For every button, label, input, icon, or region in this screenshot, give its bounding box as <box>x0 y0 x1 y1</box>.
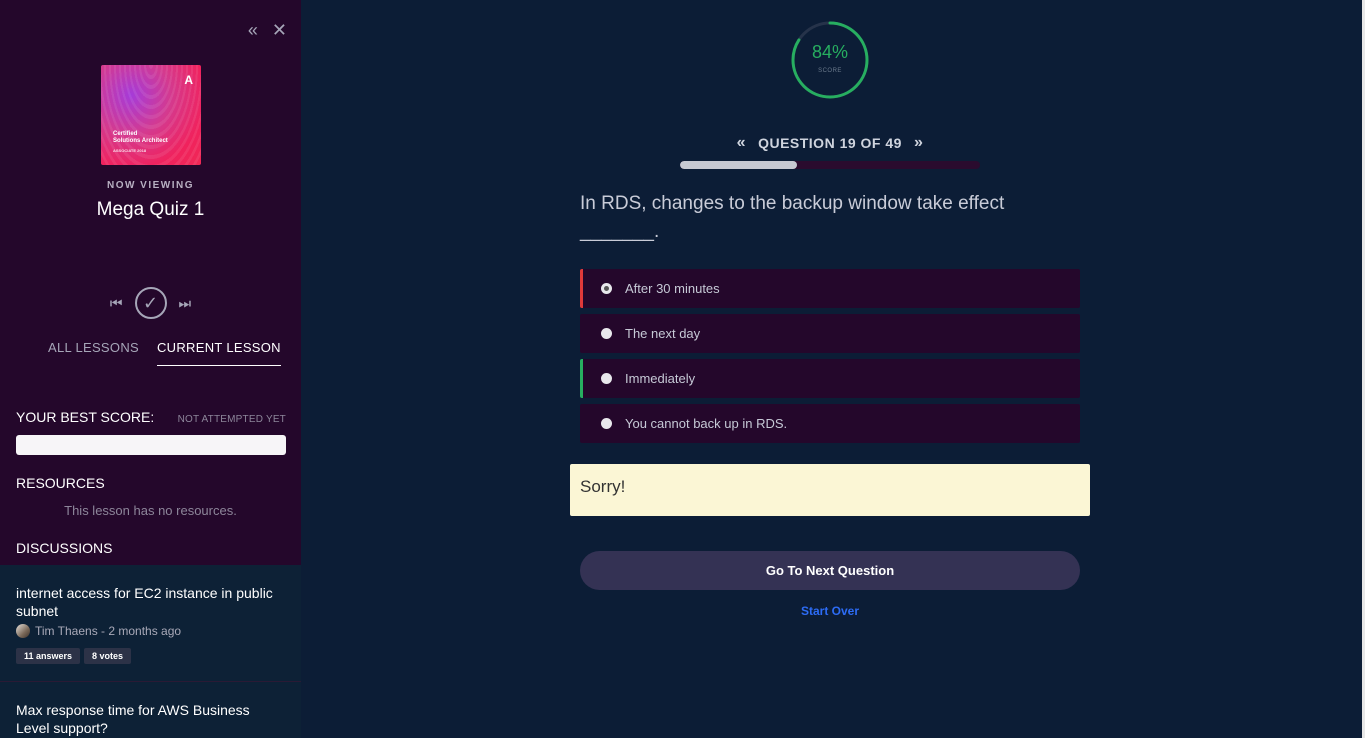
quiz-progress-bar <box>680 161 980 169</box>
lesson-title: Mega Quiz 1 <box>96 199 205 220</box>
tab-all-lessons[interactable]: ALL LESSONS <box>48 340 139 366</box>
brand-logo-icon: A <box>184 73 193 87</box>
answer-label: Immediately <box>625 371 696 386</box>
radio-selected-icon[interactable] <box>601 283 612 294</box>
radio-icon[interactable] <box>601 373 612 384</box>
radio-icon[interactable] <box>601 418 612 429</box>
cover-line-1: Certified <box>113 131 138 137</box>
question-counter: QUESTION 19 OF 49 <box>758 135 902 151</box>
answer-option[interactable]: Immediately <box>580 359 1080 398</box>
course-cover-image: A Certified Solutions Architect ASSOCIAT… <box>101 65 201 165</box>
answer-label: After 30 minutes <box>625 281 720 296</box>
answer-list: After 30 minutes The next day Immediatel… <box>580 269 1080 449</box>
next-question-icon[interactable]: » <box>914 134 923 152</box>
discussion-title[interactable]: Max response time for AWS Business Level… <box>16 701 285 737</box>
mark-complete-check-icon[interactable]: ✓ <box>134 287 167 319</box>
now-viewing-label: NOW VIEWING <box>106 180 195 191</box>
discussion-title[interactable]: internet access for EC2 instance in publ… <box>16 584 285 620</box>
best-score-status: NOT ATTEMPTED YET <box>177 414 286 425</box>
score-label: SCORE <box>818 68 842 74</box>
answer-option[interactable]: You cannot back up in RDS. <box>580 404 1080 443</box>
skip-previous-icon[interactable]: ⏮ <box>110 295 123 312</box>
answer-label: You cannot back up in RDS. <box>625 416 788 431</box>
resources-heading: RESOURCES <box>16 475 105 491</box>
discussion-list: internet access for EC2 instance in publ… <box>0 565 301 738</box>
best-score-label: YOUR BEST SCORE: <box>16 409 155 425</box>
previous-question-icon[interactable]: « <box>737 134 746 152</box>
cover-line-2: Solutions Architect <box>113 138 168 144</box>
quiz-progress-fill <box>680 161 797 169</box>
question-text: In RDS, changes to the backup window tak… <box>580 193 1005 242</box>
answer-option[interactable]: After 30 minutes <box>580 269 1080 308</box>
discussion-item[interactable]: internet access for EC2 instance in publ… <box>0 565 301 682</box>
discussion-item[interactable]: Max response time for AWS Business Level… <box>0 682 301 738</box>
collapse-sidebar-icon[interactable]: « <box>248 20 258 40</box>
skip-next-icon[interactable]: ⏭ <box>179 295 192 312</box>
discussions-heading: DISCUSSIONS <box>16 540 113 556</box>
votes-count-badge: 8 votes <box>84 648 132 664</box>
avatar <box>16 624 30 638</box>
no-resources-text: This lesson has no resources. <box>64 503 237 518</box>
question-navigator: « QUESTION 19 OF 49 » <box>680 134 980 152</box>
start-over-link[interactable]: Start Over <box>580 604 1080 618</box>
close-icon[interactable]: ✕ <box>272 20 287 40</box>
discussion-badges: 11 answers 8 votes <box>16 648 285 664</box>
lesson-tabs: ALL LESSONS CURRENT LESSON <box>48 340 281 366</box>
tab-current-lesson[interactable]: CURRENT LESSON <box>156 340 281 366</box>
discussion-meta: Tim Thaens - 2 months ago <box>16 624 285 638</box>
answer-option[interactable]: The next day <box>580 314 1080 353</box>
cover-line-3: ASSOCIATE 2018 <box>113 148 147 153</box>
sidebar: « ✕ A Certified Solutions Architect ASSO… <box>0 0 301 738</box>
quiz-main: 84% SCORE « QUESTION 19 OF 49 » In RDS, … <box>301 0 1362 738</box>
answer-label: The next day <box>625 326 701 341</box>
lesson-player-controls: ⏮ ✓ ⏭ <box>0 287 301 319</box>
next-question-button[interactable]: Go To Next Question <box>580 551 1080 590</box>
feedback-message: Sorry! <box>570 464 1090 516</box>
best-score-row: YOUR BEST SCORE: NOT ATTEMPTED YET <box>16 409 286 425</box>
best-score-bar <box>16 435 286 455</box>
cover-title: Certified Solutions Architect ASSOCIATE … <box>113 131 168 154</box>
sidebar-controls: « ✕ <box>248 20 287 40</box>
answers-count-badge: 11 answers <box>16 648 81 664</box>
discussion-author-time: Tim Thaens - 2 months ago <box>35 624 182 638</box>
radio-icon[interactable] <box>601 328 612 339</box>
score-value: 84% <box>811 42 849 62</box>
